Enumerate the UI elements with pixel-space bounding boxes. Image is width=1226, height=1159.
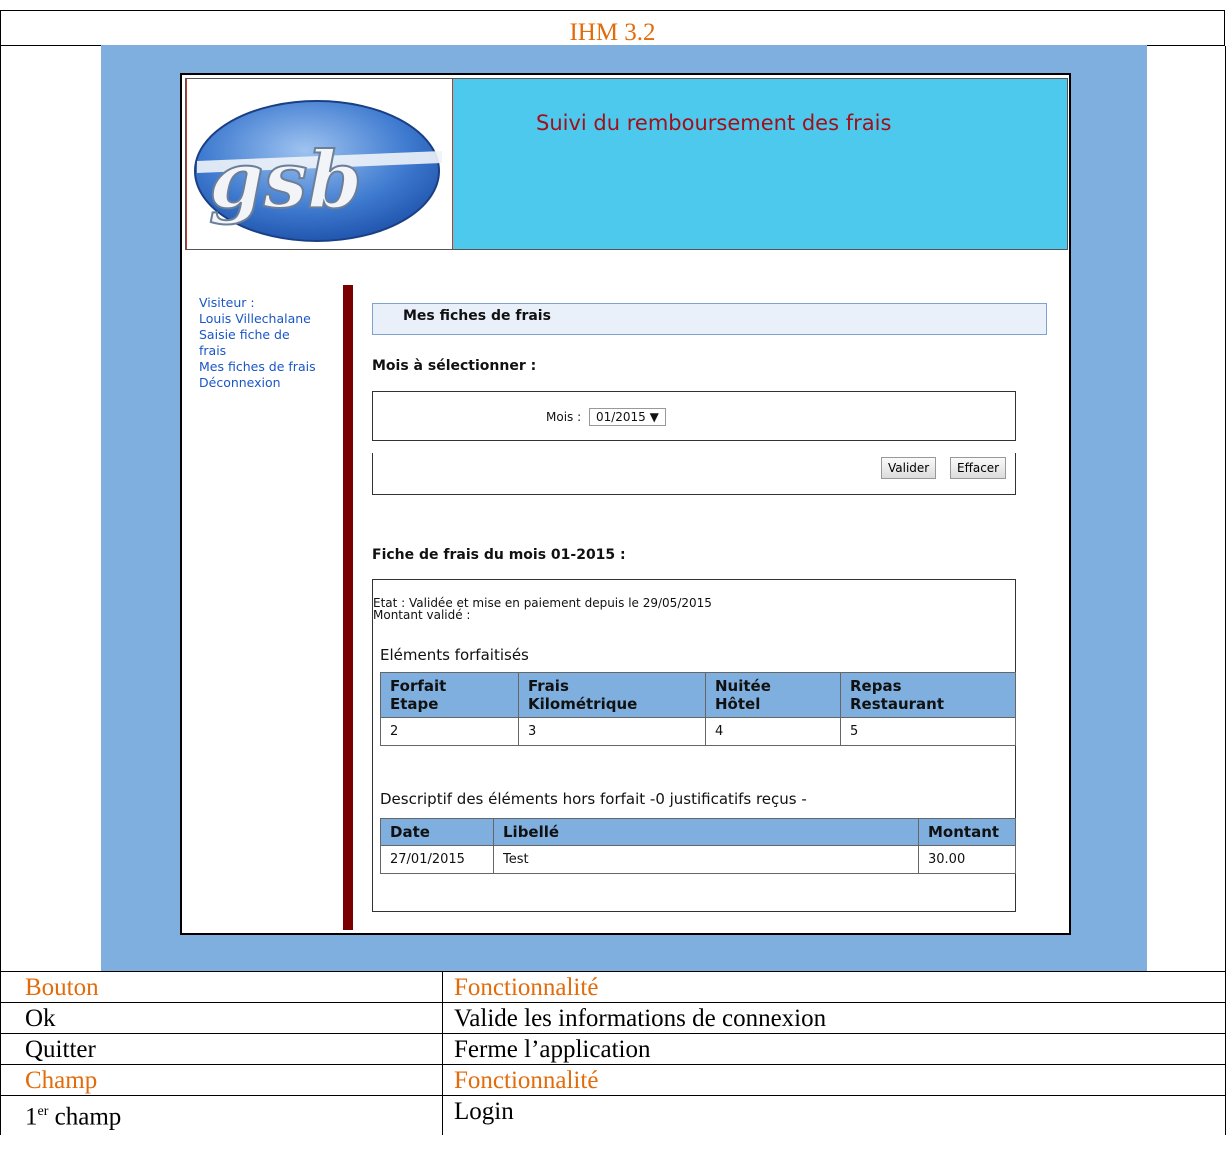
svg-text:gsb: gsb bbox=[209, 135, 362, 226]
mois-select-heading: Mois à sélectionner : bbox=[372, 358, 537, 374]
fiche-title: Fiche de frais du mois 01-2015 : bbox=[372, 547, 626, 563]
nav-saisie-line1: Saisie fiche de bbox=[199, 327, 290, 342]
table-cell: 5 bbox=[840, 717, 1016, 746]
frame-left-border bbox=[0, 46, 1, 971]
forfait-title: Eléments forfaitisés bbox=[380, 646, 529, 664]
table-header-cell: Repas Restaurant bbox=[840, 672, 1016, 718]
sidebar-nav: Visiteur : Louis Villechalane Saisie fic… bbox=[199, 295, 339, 391]
chevron-down-icon: ▼ bbox=[649, 410, 659, 424]
effacer-button[interactable]: Effacer bbox=[950, 457, 1007, 479]
visitor-label: Visiteur : bbox=[199, 295, 255, 310]
table-cell: Ok bbox=[0, 1003, 443, 1033]
mois-form-box: Mois : 01/2015 ▼ bbox=[372, 391, 1016, 441]
form-buttons-box: Valider Effacer bbox=[372, 453, 1016, 495]
gsb-logo: gsb bbox=[186, 79, 453, 249]
table-header-row: Champ Fonctionnalité bbox=[0, 1064, 1226, 1095]
table-cell: 2 bbox=[380, 717, 519, 746]
nav-saisie-line2: frais bbox=[199, 343, 227, 358]
app-title: Suivi du remboursement des frais bbox=[536, 111, 892, 135]
montant-line: Montant validé : bbox=[373, 608, 471, 622]
doc-title: IHM 3.2 bbox=[569, 19, 656, 46]
fiche-status: Etat : Validée et mise en paiement depui… bbox=[373, 597, 712, 621]
doc-title-row: IHM 3.2 bbox=[0, 10, 1225, 46]
table-header-cell: Libellé bbox=[493, 818, 919, 846]
table-cell: Quitter bbox=[0, 1034, 443, 1064]
hors-forfait-table: Date Libellé Montant 27/01/2015 Test 30.… bbox=[380, 818, 1016, 874]
app-banner: gsb Suivi du remboursement des frais bbox=[185, 78, 1068, 250]
table-cell: 30.00 bbox=[918, 845, 1016, 874]
table-cell: Login bbox=[443, 1096, 1226, 1135]
table-row: Quitter Ferme l’application bbox=[0, 1033, 1226, 1064]
sidebar-divider bbox=[343, 285, 353, 930]
nav-deconnexion-link[interactable]: Déconnexion bbox=[199, 375, 339, 391]
table-row: 27/01/2015 Test 30.00 bbox=[380, 845, 1016, 874]
valider-button[interactable]: Valider bbox=[881, 457, 937, 479]
table-cell: 1er champ bbox=[0, 1096, 443, 1135]
table-cell: 27/01/2015 bbox=[380, 845, 494, 874]
nav-saisie-fiche-link[interactable]: Saisie fiche de frais bbox=[199, 327, 339, 359]
table-header-row: Date Libellé Montant bbox=[380, 818, 1016, 846]
forfait-table: Forfait Etape Frais Kilométrique Nuitée Hôt… bbox=[380, 672, 1016, 746]
gsb-logo-icon: gsb bbox=[194, 100, 442, 242]
table-cell: Test bbox=[493, 845, 919, 874]
table-header-cell: Nuitée Hôtel bbox=[705, 672, 841, 718]
mois-field: Mois : 01/2015 ▼ bbox=[546, 408, 666, 426]
mois-select-value: 01/2015 bbox=[595, 410, 646, 424]
table-row: Ok Valide les informations de connexion bbox=[0, 1002, 1226, 1033]
table-header-cell: Date bbox=[380, 818, 494, 846]
table-cell: Valide les informations de connexion bbox=[443, 1003, 1226, 1033]
header-champ: Champ bbox=[0, 1065, 443, 1095]
table-header-cell: Montant bbox=[918, 818, 1016, 846]
header-fonctionnalite: Fonctionnalité bbox=[443, 972, 1226, 1002]
fiche-box: Etat : Validée et mise en paiement depui… bbox=[372, 579, 1016, 912]
table-cell: 3 bbox=[518, 717, 706, 746]
section-title: Mes fiches de frais bbox=[403, 308, 551, 324]
header-bouton: Bouton bbox=[0, 972, 443, 1002]
table-header-row: Forfait Etape Frais Kilométrique Nuitée Hôt… bbox=[380, 672, 1016, 718]
table-cell: Ferme l’application bbox=[443, 1034, 1226, 1064]
visitor-name: Louis Villechalane bbox=[199, 311, 311, 326]
hors-forfait-title: Descriptif des éléments hors forfait -0 … bbox=[380, 790, 807, 808]
table-row: 2 3 4 5 bbox=[380, 717, 1016, 746]
section-header: Mes fiches de frais bbox=[372, 303, 1047, 335]
table-header-cell: Frais Kilométrique bbox=[518, 672, 706, 718]
table-header-cell: Forfait Etape bbox=[380, 672, 519, 718]
nav-mes-fiches-link[interactable]: Mes fiches de frais bbox=[199, 359, 339, 375]
table-cell: 4 bbox=[705, 717, 841, 746]
header-fonctionnalite: Fonctionnalité bbox=[443, 1065, 1226, 1095]
mois-label: Mois : bbox=[546, 410, 582, 424]
table-header-row: Bouton Fonctionnalité bbox=[0, 971, 1226, 1002]
table-row: 1er champ Login bbox=[0, 1095, 1226, 1135]
app-window: gsb Suivi du remboursement des frais Vis… bbox=[180, 73, 1071, 935]
mois-select[interactable]: 01/2015 ▼ bbox=[588, 408, 666, 426]
